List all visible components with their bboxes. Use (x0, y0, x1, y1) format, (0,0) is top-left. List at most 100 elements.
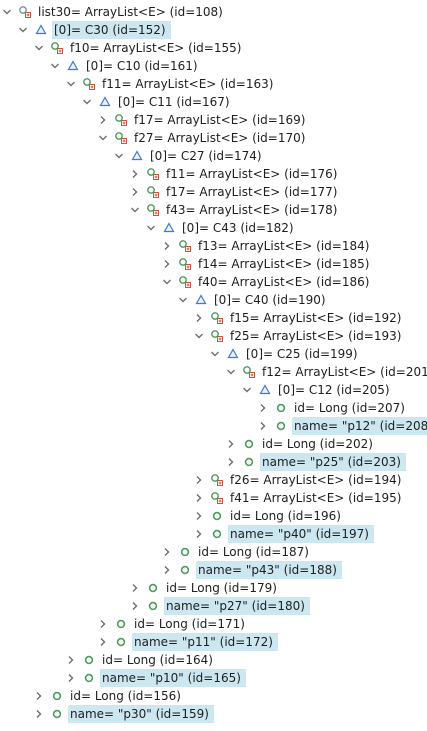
tree-row[interactable]: id= Long (id=179) (0, 579, 427, 597)
tree-row[interactable]: f14= ArrayList<E> (id=185) (0, 255, 427, 273)
chevron-down-icon[interactable] (178, 295, 188, 305)
tree-row-label[interactable]: [0]= C43 (id=182) (182, 219, 294, 237)
chevron-right-icon[interactable] (194, 313, 204, 323)
chevron-down-icon[interactable] (34, 43, 44, 53)
chevron-right-icon[interactable] (130, 187, 140, 197)
tree-row[interactable]: f11= ArrayList<E> (id=176) (0, 165, 427, 183)
chevron-right-icon[interactable] (194, 475, 204, 485)
tree-row-label[interactable]: [0]= C30 (id=152) (52, 21, 171, 39)
chevron-right-icon[interactable] (130, 169, 140, 179)
tree-row[interactable]: f10= ArrayList<E> (id=155) (0, 39, 427, 57)
chevron-right-icon[interactable] (98, 619, 108, 629)
chevron-down-icon[interactable] (146, 223, 156, 233)
tree-row-label[interactable]: f11= ArrayList<E> (id=176) (166, 165, 337, 183)
tree-row[interactable]: f17= ArrayList<E> (id=169) (0, 111, 427, 129)
tree-row[interactable]: f25= ArrayList<E> (id=193) (0, 327, 427, 345)
tree-row-label[interactable]: f41= ArrayList<E> (id=195) (230, 489, 401, 507)
tree-row-label[interactable]: f12= ArrayList<E> (id=201) (262, 363, 427, 381)
chevron-right-icon[interactable] (34, 709, 44, 719)
tree-row[interactable]: f43= ArrayList<E> (id=178) (0, 201, 427, 219)
tree-row[interactable]: name= "p11" (id=172) (0, 633, 427, 651)
tree-row[interactable]: [0]= C10 (id=161) (0, 57, 427, 75)
tree-row[interactable]: [0]= C40 (id=190) (0, 291, 427, 309)
tree-row[interactable]: f41= ArrayList<E> (id=195) (0, 489, 427, 507)
chevron-right-icon[interactable] (162, 547, 172, 557)
chevron-right-icon[interactable] (98, 115, 108, 125)
tree-row[interactable]: id= Long (id=164) (0, 651, 427, 669)
tree-row[interactable]: list30= ArrayList<E> (id=108) (0, 3, 427, 21)
tree-row-label[interactable]: id= Long (id=202) (262, 435, 373, 453)
tree-row-label[interactable]: f43= ArrayList<E> (id=178) (166, 201, 337, 219)
tree-row-label[interactable]: id= Long (id=156) (70, 687, 181, 705)
chevron-right-icon[interactable] (34, 691, 44, 701)
chevron-right-icon[interactable] (194, 493, 204, 503)
chevron-down-icon[interactable] (210, 349, 220, 359)
tree-row[interactable]: f27= ArrayList<E> (id=170) (0, 129, 427, 147)
tree-row[interactable]: f11= ArrayList<E> (id=163) (0, 75, 427, 93)
tree-row-label[interactable]: f13= ArrayList<E> (id=184) (198, 237, 369, 255)
chevron-right-icon[interactable] (130, 583, 140, 593)
tree-row-label[interactable]: f25= ArrayList<E> (id=193) (230, 327, 401, 345)
tree-row[interactable]: f13= ArrayList<E> (id=184) (0, 237, 427, 255)
chevron-right-icon[interactable] (66, 655, 76, 665)
tree-row-label[interactable]: name= "p27" (id=180) (164, 597, 310, 615)
tree-row[interactable]: [0]= C43 (id=182) (0, 219, 427, 237)
chevron-right-icon[interactable] (130, 601, 140, 611)
tree-row[interactable]: f40= ArrayList<E> (id=186) (0, 273, 427, 291)
tree-row[interactable]: name= "p30" (id=159) (0, 705, 427, 723)
tree-row-label[interactable]: name= "p30" (id=159) (68, 705, 214, 723)
chevron-right-icon[interactable] (226, 457, 236, 467)
chevron-down-icon[interactable] (98, 133, 108, 143)
tree-row-label[interactable]: f27= ArrayList<E> (id=170) (134, 129, 305, 147)
chevron-right-icon[interactable] (66, 673, 76, 683)
chevron-right-icon[interactable] (98, 637, 108, 647)
tree-row-label[interactable]: f10= ArrayList<E> (id=155) (70, 39, 241, 57)
tree-row-label[interactable]: [0]= C12 (id=205) (278, 381, 390, 399)
tree-row[interactable]: f17= ArrayList<E> (id=177) (0, 183, 427, 201)
tree-row-label[interactable]: id= Long (id=179) (166, 579, 277, 597)
tree-row-label[interactable]: [0]= C25 (id=199) (246, 345, 358, 363)
chevron-right-icon[interactable] (258, 403, 268, 413)
tree-row[interactable]: name= "p27" (id=180) (0, 597, 427, 615)
tree-row[interactable]: f12= ArrayList<E> (id=201) (0, 363, 427, 381)
chevron-down-icon[interactable] (66, 79, 76, 89)
tree-row[interactable]: name= "p40" (id=197) (0, 525, 427, 543)
tree-row-label[interactable]: [0]= C10 (id=161) (86, 57, 198, 75)
chevron-right-icon[interactable] (162, 565, 172, 575)
tree-row[interactable]: [0]= C11 (id=167) (0, 93, 427, 111)
chevron-down-icon[interactable] (18, 25, 28, 35)
chevron-right-icon[interactable] (194, 511, 204, 521)
tree-row[interactable]: name= "p12" (id=208) (0, 417, 427, 435)
tree-row-label[interactable]: f17= ArrayList<E> (id=177) (166, 183, 337, 201)
tree-row[interactable]: id= Long (id=202) (0, 435, 427, 453)
tree-row-label[interactable]: f40= ArrayList<E> (id=186) (198, 273, 369, 291)
tree-row[interactable]: id= Long (id=196) (0, 507, 427, 525)
tree-row-label[interactable]: f15= ArrayList<E> (id=192) (230, 309, 401, 327)
tree-row[interactable]: f15= ArrayList<E> (id=192) (0, 309, 427, 327)
chevron-down-icon[interactable] (50, 61, 60, 71)
tree-row-label[interactable]: id= Long (id=207) (294, 399, 405, 417)
tree-row-label[interactable]: list30= ArrayList<E> (id=108) (38, 3, 223, 21)
chevron-down-icon[interactable] (130, 205, 140, 215)
tree-row[interactable]: [0]= C27 (id=174) (0, 147, 427, 165)
tree-row-label[interactable]: name= "p11" (id=172) (132, 633, 278, 651)
tree-row[interactable]: id= Long (id=187) (0, 543, 427, 561)
tree-row-label[interactable]: id= Long (id=187) (198, 543, 309, 561)
tree-row[interactable]: [0]= C30 (id=152) (0, 21, 427, 39)
tree-row-label[interactable]: name= "p40" (id=197) (228, 525, 374, 543)
tree-row-label[interactable]: id= Long (id=196) (230, 507, 341, 525)
chevron-right-icon[interactable] (162, 259, 172, 269)
tree-row-label[interactable]: f17= ArrayList<E> (id=169) (134, 111, 305, 129)
tree-row-label[interactable]: name= "p43" (id=188) (196, 561, 342, 579)
tree-row[interactable]: id= Long (id=207) (0, 399, 427, 417)
chevron-down-icon[interactable] (162, 277, 172, 287)
tree-row-label[interactable]: name= "p12" (id=208) (292, 417, 427, 435)
tree-row[interactable]: f26= ArrayList<E> (id=194) (0, 471, 427, 489)
tree-row-label[interactable]: [0]= C11 (id=167) (118, 93, 230, 111)
tree-row-label[interactable]: id= Long (id=171) (134, 615, 245, 633)
tree-row-label[interactable]: f11= ArrayList<E> (id=163) (102, 75, 273, 93)
tree-row[interactable]: id= Long (id=171) (0, 615, 427, 633)
tree-row[interactable]: [0]= C12 (id=205) (0, 381, 427, 399)
chevron-right-icon[interactable] (162, 241, 172, 251)
chevron-down-icon[interactable] (2, 7, 12, 17)
